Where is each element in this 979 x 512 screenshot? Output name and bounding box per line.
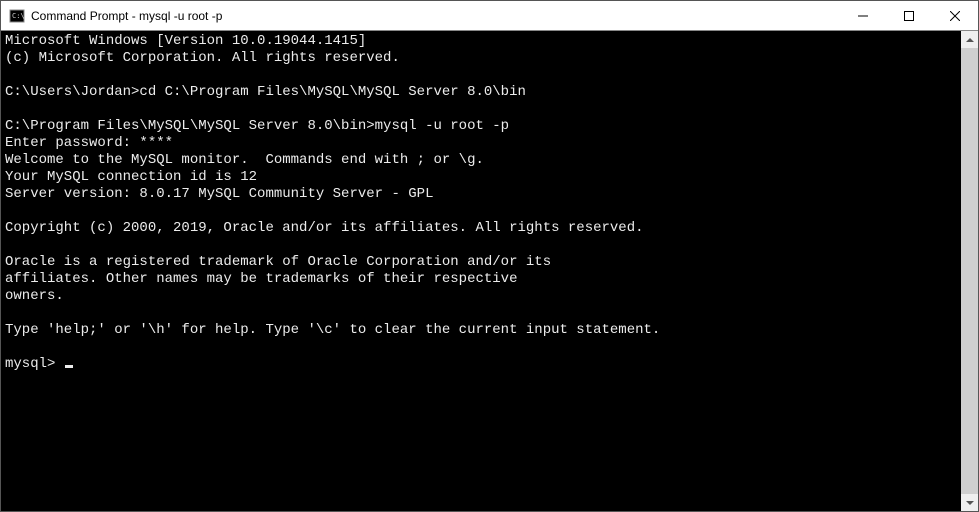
scroll-down-arrow[interactable]	[961, 494, 978, 511]
terminal-line	[5, 101, 957, 118]
terminal-line: owners.	[5, 288, 957, 305]
terminal-line: Type 'help;' or '\h' for help. Type '\c'…	[5, 322, 957, 339]
cursor	[65, 365, 73, 368]
terminal-line	[5, 305, 957, 322]
terminal-line: Oracle is a registered trademark of Orac…	[5, 254, 957, 271]
terminal-line: Copyright (c) 2000, 2019, Oracle and/or …	[5, 220, 957, 237]
window-title: Command Prompt - mysql -u root -p	[31, 9, 840, 23]
terminal-prompt-line[interactable]: mysql>	[5, 356, 957, 373]
minimize-button[interactable]	[840, 1, 886, 30]
terminal-line: C:\Program Files\MySQL\MySQL Server 8.0\…	[5, 118, 957, 135]
scroll-up-arrow[interactable]	[961, 31, 978, 48]
terminal-line	[5, 339, 957, 356]
terminal-area: Microsoft Windows [Version 10.0.19044.14…	[1, 31, 978, 511]
terminal-line	[5, 203, 957, 220]
cmd-icon: C:\	[9, 8, 25, 24]
terminal-line	[5, 237, 957, 254]
window-titlebar[interactable]: C:\ Command Prompt - mysql -u root -p	[1, 1, 978, 31]
terminal-line: Server version: 8.0.17 MySQL Community S…	[5, 186, 957, 203]
terminal-output[interactable]: Microsoft Windows [Version 10.0.19044.14…	[1, 31, 961, 511]
scroll-thumb[interactable]	[961, 48, 978, 494]
mysql-prompt: mysql>	[5, 356, 64, 372]
close-button[interactable]	[932, 1, 978, 30]
terminal-line: Microsoft Windows [Version 10.0.19044.14…	[5, 33, 957, 50]
terminal-line: Enter password: ****	[5, 135, 957, 152]
maximize-button[interactable]	[886, 1, 932, 30]
window-controls	[840, 1, 978, 30]
terminal-line: Welcome to the MySQL monitor. Commands e…	[5, 152, 957, 169]
scroll-track[interactable]	[961, 48, 978, 494]
terminal-line: C:\Users\Jordan>cd C:\Program Files\MySQ…	[5, 84, 957, 101]
terminal-line: affiliates. Other names may be trademark…	[5, 271, 957, 288]
terminal-line: Your MySQL connection id is 12	[5, 169, 957, 186]
terminal-line	[5, 67, 957, 84]
terminal-line: (c) Microsoft Corporation. All rights re…	[5, 50, 957, 67]
svg-text:C:\: C:\	[12, 12, 25, 20]
vertical-scrollbar[interactable]	[961, 31, 978, 511]
